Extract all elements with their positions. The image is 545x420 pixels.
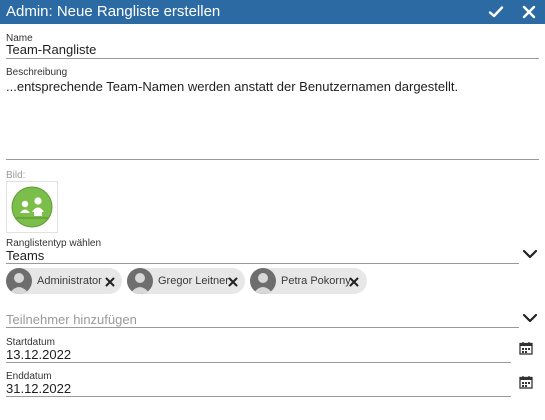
title-bar: Admin: Neue Rangliste erstellen bbox=[0, 0, 545, 24]
participant-chip: Administrator bbox=[6, 268, 122, 294]
calendar-icon bbox=[519, 342, 533, 355]
participant-chip: Gregor Leitner bbox=[127, 268, 245, 294]
remove-participant-button[interactable] bbox=[227, 275, 239, 287]
team-group-image-icon bbox=[11, 186, 53, 228]
start-date-input[interactable]: 13.12.2022 bbox=[6, 347, 71, 363]
participant-name: Petra Pokorny bbox=[281, 275, 351, 287]
close-icon bbox=[522, 5, 536, 19]
ranking-type-select[interactable]: Teams bbox=[6, 248, 44, 264]
avatar bbox=[6, 268, 32, 294]
ranking-type-underline bbox=[6, 263, 519, 264]
checkmark-icon bbox=[488, 6, 504, 18]
remove-participant-button[interactable] bbox=[348, 275, 360, 287]
end-date-underline bbox=[6, 396, 511, 397]
ranking-type-dropdown-button[interactable] bbox=[521, 245, 539, 263]
chevron-down-icon bbox=[522, 313, 538, 323]
close-icon bbox=[349, 277, 359, 287]
start-date-underline bbox=[6, 362, 511, 363]
end-date-input[interactable]: 31.12.2022 bbox=[6, 381, 71, 397]
add-participants-underline bbox=[6, 327, 519, 328]
dialog-title: Admin: Neue Rangliste erstellen bbox=[6, 3, 221, 20]
description-textarea[interactable]: ...entsprechende Team-Namen werden ansta… bbox=[6, 79, 538, 157]
name-underline bbox=[6, 58, 539, 59]
description-underline bbox=[6, 159, 539, 160]
image-picker[interactable] bbox=[6, 181, 58, 233]
name-input[interactable]: Team-Rangliste bbox=[6, 42, 96, 58]
user-avatar-icon bbox=[253, 273, 273, 294]
end-date-calendar-button[interactable] bbox=[519, 375, 533, 389]
participant-chip: Petra Pokorny bbox=[250, 268, 367, 294]
close-icon bbox=[228, 277, 238, 287]
avatar bbox=[127, 268, 153, 294]
user-avatar-icon bbox=[130, 273, 150, 294]
calendar-icon bbox=[519, 376, 533, 389]
add-participants-dropdown-button[interactable] bbox=[521, 309, 539, 327]
participant-name: Gregor Leitner bbox=[158, 275, 229, 287]
participant-name: Administrator bbox=[37, 275, 102, 287]
user-avatar-icon bbox=[9, 273, 29, 294]
close-icon bbox=[105, 277, 115, 287]
avatar bbox=[250, 268, 276, 294]
confirm-button[interactable] bbox=[487, 3, 505, 21]
description-label: Beschreibung bbox=[6, 67, 68, 78]
close-button[interactable] bbox=[520, 3, 538, 21]
add-participants-input[interactable]: Teilnehmer hinzufügen bbox=[6, 312, 137, 328]
chevron-down-icon bbox=[522, 249, 538, 259]
remove-participant-button[interactable] bbox=[104, 275, 116, 287]
start-date-calendar-button[interactable] bbox=[519, 341, 533, 355]
